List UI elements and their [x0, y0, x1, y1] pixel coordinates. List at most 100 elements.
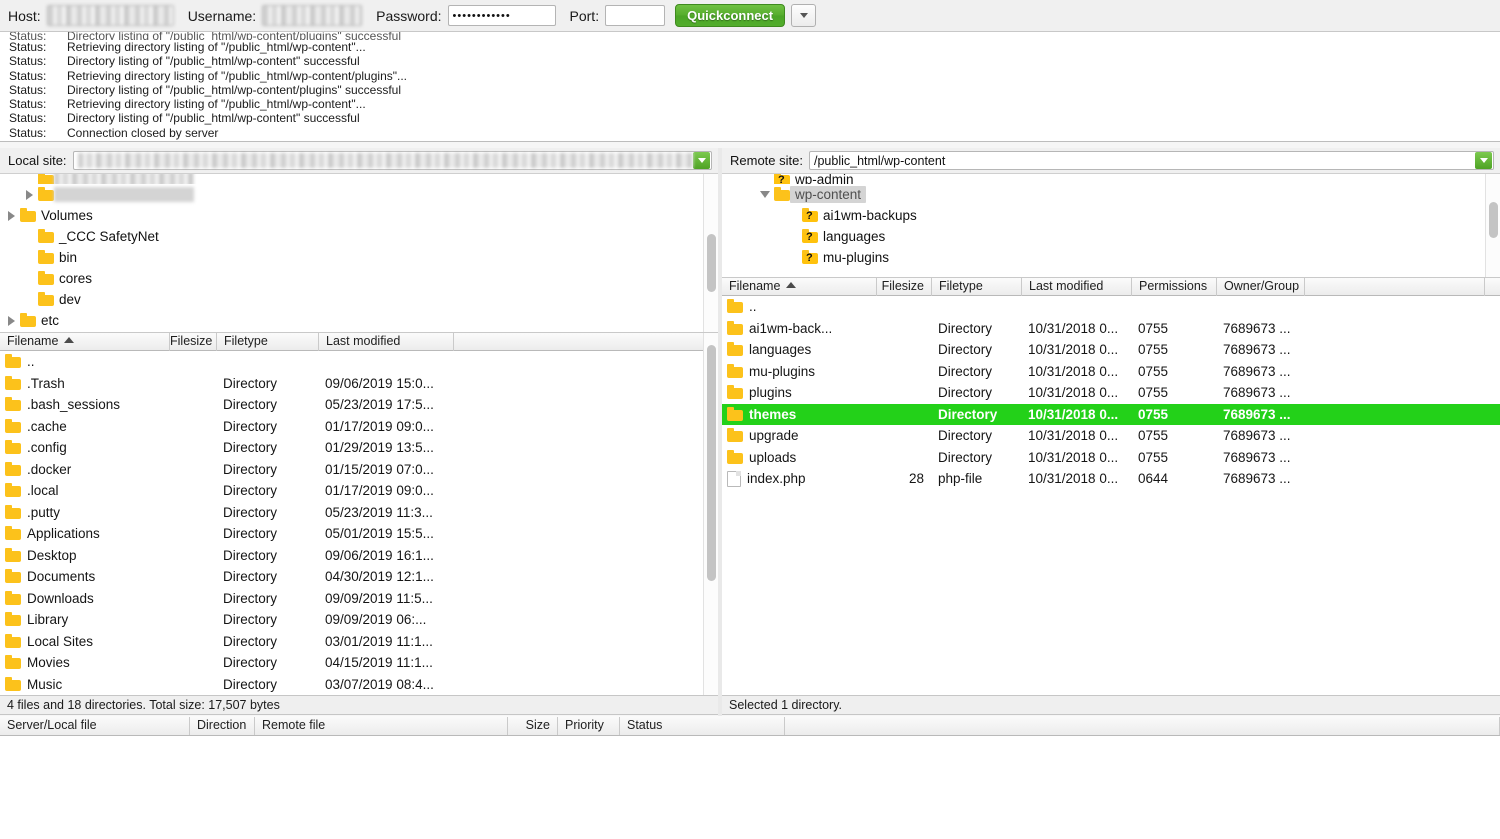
remote-file-list[interactable]: FilenameFilesizeFiletypeLast modifiedPer… [722, 278, 1500, 695]
local-column-header[interactable]: Filetype [217, 333, 319, 351]
local-tree-scrollbar[interactable] [703, 174, 718, 332]
remote-tree-item[interactable]: ?wp-admin [722, 174, 1500, 184]
remote-file-row-selected[interactable]: themesDirectory10/31/2018 0...0755768967… [722, 404, 1500, 426]
queue-column-header[interactable]: Server/Local file [0, 717, 190, 735]
queue-column-header[interactable]: Priority [558, 717, 620, 735]
remote-file-row[interactable]: mu-pluginsDirectory10/31/2018 0...075576… [722, 361, 1500, 383]
local-tree-item[interactable]: bin [0, 247, 718, 268]
remote-file-row[interactable]: uploadsDirectory10/31/2018 0...075576896… [722, 447, 1500, 469]
local-file-row[interactable]: DocumentsDirectory04/30/2019 12:1... [0, 566, 718, 588]
chevron-right-icon[interactable] [8, 211, 15, 221]
remote-file-row[interactable]: ai1wm-back...Directory10/31/2018 0...075… [722, 318, 1500, 340]
local-file-row[interactable]: .puttyDirectory05/23/2019 11:3... [0, 502, 718, 524]
queue-column-header[interactable] [785, 717, 1500, 735]
remote-column-header[interactable]: Filesize [877, 278, 932, 296]
transfer-queue-body[interactable] [0, 736, 1500, 838]
remote-file-row[interactable]: pluginsDirectory10/31/2018 0...075576896… [722, 382, 1500, 404]
transfer-queue-header[interactable]: Server/Local fileDirectionRemote fileSiz… [0, 716, 1500, 736]
quickconnect-history-dropdown[interactable] [791, 4, 816, 27]
local-file-row[interactable]: ApplicationsDirectory05/01/2019 15:5... [0, 523, 718, 545]
local-file-row[interactable]: .. [0, 351, 718, 373]
remote-tree-item[interactable]: ?ai1wm-backups [722, 205, 1500, 226]
local-status-bar: 4 files and 18 directories. Total size: … [0, 695, 718, 715]
remote-file-row[interactable]: index.php28php-file10/31/2018 0...064476… [722, 468, 1500, 490]
folder-icon [38, 251, 54, 264]
username-input[interactable] [262, 5, 362, 26]
remote-tree-scroll-thumb[interactable] [1489, 202, 1498, 238]
remote-column-header[interactable] [1305, 278, 1485, 296]
message-log-row: Status:Directory listing of "/public_htm… [0, 54, 1500, 68]
remote-file-row[interactable]: languagesDirectory10/31/2018 0...0755768… [722, 339, 1500, 361]
local-site-bar: Local site: [0, 148, 718, 174]
chevron-down-icon[interactable] [760, 191, 770, 198]
remote-file-row[interactable]: .. [722, 296, 1500, 318]
local-file-row[interactable]: DesktopDirectory09/06/2019 16:1... [0, 545, 718, 567]
local-file-list-header[interactable]: FilenameFilesizeFiletypeLast modified [0, 333, 718, 351]
local-tree-item[interactable] [0, 184, 718, 205]
remote-file-list-header[interactable]: FilenameFilesizeFiletypeLast modifiedPer… [722, 278, 1500, 296]
remote-tree-item[interactable]: ?languages [722, 226, 1500, 247]
folder-icon [727, 451, 743, 464]
queue-column-header[interactable]: Remote file [255, 717, 508, 735]
local-file-row[interactable]: MoviesDirectory04/15/2019 11:1... [0, 652, 718, 674]
local-tree-item[interactable]: cores [0, 268, 718, 289]
password-input[interactable] [448, 5, 556, 26]
chevron-down-icon [800, 13, 808, 18]
remote-file-row[interactable]: upgradeDirectory10/31/2018 0...075576896… [722, 425, 1500, 447]
local-site-dropdown-arrow[interactable] [693, 152, 710, 169]
remote-directory-tree[interactable]: ?wp-adminwp-content?ai1wm-backups?langua… [722, 174, 1500, 278]
remote-tree-twisty[interactable] [756, 191, 774, 198]
remote-tree-scrollbar[interactable] [1485, 174, 1500, 277]
local-tree-twisty[interactable] [2, 211, 20, 221]
local-column-header[interactable]: Filename [0, 333, 170, 351]
local-file-row[interactable]: .bash_sessionsDirectory05/23/2019 17:5..… [0, 394, 718, 416]
message-log[interactable]: Status:Directory listing of "/public_htm… [0, 32, 1500, 142]
local-file-row[interactable]: LibraryDirectory09/09/2019 06:... [0, 609, 718, 631]
local-file-list[interactable]: FilenameFilesizeFiletypeLast modified ..… [0, 333, 718, 695]
local-list-scrollbar[interactable] [703, 333, 718, 695]
local-column-header[interactable]: Last modified [319, 333, 454, 351]
message-log-row: Status:Retrieving directory listing of "… [0, 40, 1500, 54]
remote-column-header[interactable]: Owner/Group [1217, 278, 1305, 296]
local-file-row[interactable]: .localDirectory01/17/2019 09:0... [0, 480, 718, 502]
local-tree-twisty[interactable] [20, 190, 38, 200]
pane-splitter[interactable] [718, 148, 722, 716]
quickconnect-button[interactable]: Quickconnect [675, 4, 785, 27]
local-tree-item[interactable] [0, 174, 718, 184]
queue-column-header[interactable]: Status [620, 717, 785, 735]
local-file-row[interactable]: .dockerDirectory01/15/2019 07:0... [0, 459, 718, 481]
local-file-row[interactable]: .configDirectory01/29/2019 13:5... [0, 437, 718, 459]
host-input[interactable] [47, 5, 174, 26]
local-file-row[interactable]: .TrashDirectory09/06/2019 15:0... [0, 373, 718, 395]
local-site-combo[interactable] [73, 151, 712, 170]
queue-column-header[interactable]: Size [508, 717, 558, 735]
remote-tree-item[interactable]: ?mu-plugins [722, 247, 1500, 268]
local-file-row[interactable]: Local SitesDirectory03/01/2019 11:1... [0, 631, 718, 653]
local-file-row[interactable]: .cacheDirectory01/17/2019 09:0... [0, 416, 718, 438]
remote-column-header[interactable]: Permissions [1132, 278, 1217, 296]
remote-site-combo[interactable]: /public_html/wp-content [809, 151, 1494, 170]
local-column-header[interactable]: Filesize [170, 333, 217, 351]
local-tree-twisty[interactable] [2, 316, 20, 326]
local-column-header[interactable] [454, 333, 704, 351]
local-file-row[interactable]: DownloadsDirectory09/09/2019 11:5... [0, 588, 718, 610]
remote-column-header[interactable]: Filename [722, 278, 877, 296]
local-tree-item[interactable]: etc [0, 310, 718, 331]
chevron-right-icon[interactable] [8, 316, 15, 326]
local-tree-item[interactable]: Volumes [0, 205, 718, 226]
transfer-queue[interactable]: Server/Local fileDirectionRemote fileSiz… [0, 716, 1500, 839]
local-directory-tree[interactable]: Volumes_CCC SafetyNetbincoresdevetc [0, 174, 718, 333]
chevron-right-icon[interactable] [26, 190, 33, 200]
local-tree-scroll-thumb[interactable] [707, 234, 716, 292]
folder-icon [38, 174, 54, 184]
local-tree-item[interactable]: dev [0, 289, 718, 310]
port-input[interactable] [605, 5, 665, 26]
queue-column-header[interactable]: Direction [190, 717, 255, 735]
remote-column-header[interactable]: Filetype [932, 278, 1022, 296]
local-file-row[interactable]: MusicDirectory03/07/2019 08:4... [0, 674, 718, 696]
local-list-scroll-thumb[interactable] [707, 345, 716, 581]
remote-site-dropdown-arrow[interactable] [1475, 152, 1492, 169]
remote-tree-item[interactable]: wp-content [722, 184, 1500, 205]
local-tree-item[interactable]: _CCC SafetyNet [0, 226, 718, 247]
remote-column-header[interactable]: Last modified [1022, 278, 1132, 296]
